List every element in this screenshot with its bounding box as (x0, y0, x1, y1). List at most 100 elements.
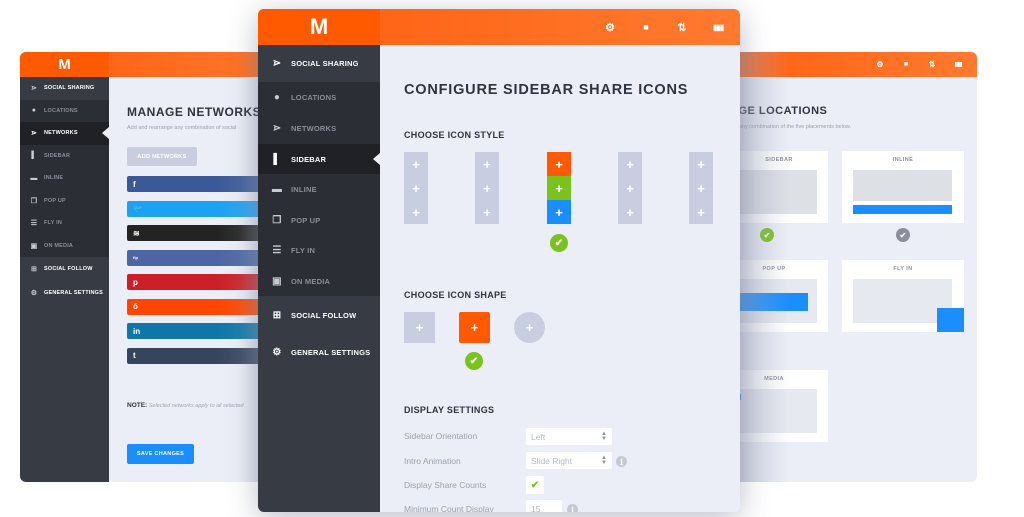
sidebar-item-social-follow[interactable]: ⊞ Social Follow (20, 257, 109, 281)
inline-bar-preview (853, 205, 952, 214)
logo-mark: M (58, 56, 71, 73)
popup-icon: ❐ (30, 197, 38, 205)
sidebar-item-inline[interactable]: ▬ Inline (258, 174, 380, 205)
sidebar-item-social-sharing[interactable]: ⋗ Social Sharing (258, 45, 380, 82)
setting-label: Intro Animation (404, 456, 461, 466)
sidebar-item-fly-in[interactable]: ☰ Fly In (258, 235, 380, 266)
sidebar-item-pop-up[interactable]: ❐ Pop Up (258, 205, 380, 235)
sidebar-item-fly-in[interactable]: ☰ Fly In (20, 212, 109, 235)
stats-icon[interactable]: ▮▮▮ (945, 61, 971, 68)
tumblr-icon: t (133, 351, 136, 360)
plus-icon: + (689, 152, 713, 176)
display-share-counts-checkbox[interactable]: ✔ (526, 476, 544, 494)
plus-icon: + (618, 176, 642, 200)
popup-icon: ❐ (272, 214, 282, 226)
inline-icon: ▬ (271, 184, 283, 195)
sidebar-orientation-select[interactable]: Left ▲ ▼ (526, 428, 612, 445)
label: General Settings (44, 290, 104, 296)
sidebar-item-social-follow[interactable]: ⊞ Social Follow (258, 296, 380, 334)
lock-icon[interactable]: ■ (893, 61, 919, 68)
gear-icon: ⚙ (30, 290, 38, 297)
sidebar-item-social-sharing[interactable]: ⋗ Social Sharing (20, 77, 109, 100)
sidebar-item-pop-up[interactable]: ❐ Pop Up (20, 189, 109, 212)
card-label: INLINE (892, 157, 914, 163)
plus-icon: + (618, 152, 642, 176)
active-caret (102, 127, 109, 140)
sidebar-item-on-media[interactable]: ▣ On Media (258, 266, 380, 296)
sidebar-item-networks[interactable]: ⋗ Networks (258, 113, 380, 144)
logo[interactable]: M (258, 9, 380, 45)
import-export-icon[interactable]: ⇅ (664, 21, 700, 34)
network-icon: ⋗ (30, 130, 38, 138)
main-content: CONFIGURE SIDEBAR SHARE ICONS CHOOSE ICO… (380, 45, 740, 512)
flyin-preview (937, 308, 964, 332)
import-export-icon[interactable]: ⇅ (919, 60, 945, 69)
preview-placeholder (853, 170, 952, 201)
icon-style-option[interactable]: + + + (689, 152, 713, 224)
input-value: 15 (531, 503, 541, 513)
sidebar-item-locations[interactable]: ● Locations (258, 82, 380, 113)
gear-icon: ⚙ (272, 347, 282, 358)
shape-option-circle[interactable]: + (514, 312, 545, 343)
sidebar-item-general-settings[interactable]: ⚙ General Settings (258, 334, 380, 371)
add-networks-button[interactable]: ADD NETWORKS (127, 147, 197, 166)
disabled-check-icon[interactable]: ✔ (896, 228, 910, 242)
info-icon[interactable]: i (616, 456, 627, 467)
sidebar: ⋗ Social Sharing ● Locations ⋗ Networks ▌ Si… (258, 45, 380, 512)
plus-square-icon: ⊞ (30, 266, 38, 273)
location-card-fly-in[interactable]: FLY IN (842, 260, 964, 332)
setting-label: Minimum Count Display (404, 504, 494, 512)
note-label: NOTE: (127, 402, 148, 409)
info-icon[interactable]: i (567, 504, 578, 512)
label: On Media (291, 276, 331, 286)
gear-icon[interactable]: ⚙ (867, 60, 893, 69)
save-changes-button[interactable]: SAVE CHANGES (127, 444, 194, 464)
shape-option-rounded[interactable]: + (459, 312, 490, 343)
intro-animation-select[interactable]: Slide Right ▲ ▼ (526, 452, 612, 469)
header-icons: ⚙ ■ ⇅ ▮▮▮ (867, 52, 971, 77)
sidebar-item-locations[interactable]: ● Locations (20, 99, 109, 122)
sidebar-item-sidebar[interactable]: ▌ Sidebar (20, 144, 109, 167)
logo[interactable]: M (20, 52, 109, 77)
location-pin-icon: ● (31, 107, 37, 115)
inline-icon: ▬ (30, 174, 38, 182)
stats-icon[interactable]: ▮▮▮ (700, 23, 736, 32)
location-card-inline[interactable]: INLINE (842, 151, 964, 223)
minimum-count-input[interactable]: 15 (526, 500, 562, 512)
label: Networks (291, 124, 337, 133)
select-value: Slide Right (531, 455, 573, 466)
network-icon: ⋗ (272, 123, 282, 134)
reddit-icon: ő (133, 302, 138, 311)
plus-icon: + (404, 176, 428, 200)
icon-style-option[interactable]: + + + (547, 152, 571, 224)
label: Pop Up (44, 197, 66, 204)
sidebar-item-general-settings[interactable]: ⚙ General Settings (20, 281, 109, 305)
icon-style-option[interactable]: + + + (618, 152, 642, 224)
header-icons: ⚙ ■ ⇅ ▮▮▮ (592, 9, 736, 45)
setting-label: Sidebar Orientation (404, 431, 478, 441)
sidebar-item-inline[interactable]: ▬ Inline (20, 167, 109, 190)
logo-mark: M (309, 14, 329, 39)
gear-icon[interactable]: ⚙ (592, 21, 628, 34)
plus-icon: + (404, 152, 428, 176)
icon-style-option[interactable]: + + + (404, 152, 428, 224)
plus-icon: + (404, 200, 428, 224)
facebook-icon: f (133, 179, 136, 189)
app-showcase: M ⋗ Social Sharing ● Locations ⋗ Networks ▌… (0, 0, 1024, 517)
shape-option-square[interactable]: + (404, 312, 435, 343)
note-text: Selected networks apply to all selected (148, 403, 244, 409)
plus-icon: + (525, 320, 534, 335)
icon-style-option[interactable]: + + + (475, 152, 499, 224)
select-value: Left (531, 431, 546, 442)
pinterest-icon: p (133, 277, 138, 287)
sidebar-item-sidebar[interactable]: ▌ Sidebar (258, 144, 380, 174)
label: Social Follow (44, 266, 93, 272)
configure-sidebar-window: ⚙ ■ ⇅ ▮▮▮ M ⋗ Social Sharing ● Locations ⋗… (258, 9, 740, 512)
sidebar-item-on-media[interactable]: ▣ On Media (20, 234, 109, 257)
linkedin-icon: in (133, 326, 141, 336)
label: Fly In (291, 246, 316, 255)
twitter-icon: 🐦 (133, 204, 143, 213)
setting-label: Display Share Counts (404, 480, 487, 490)
sidebar-item-networks[interactable]: ⋗ Networks (20, 122, 109, 145)
lock-icon[interactable]: ■ (628, 22, 664, 32)
